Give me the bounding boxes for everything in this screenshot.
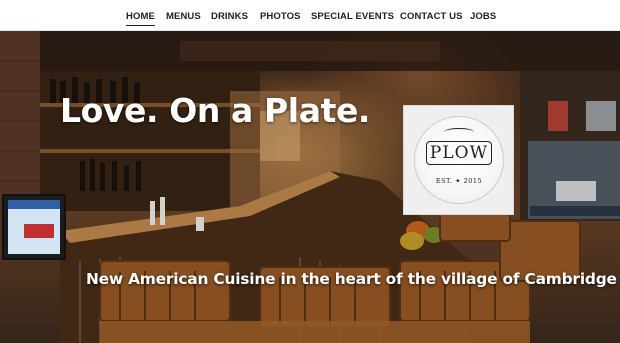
restaurant-bar-photo xyxy=(0,31,620,343)
nav-contact-us[interactable]: CONTACT US xyxy=(400,11,463,22)
nav-drinks[interactable]: DRINKS xyxy=(211,11,248,22)
plow-logo-card: PLOW EST. ✦ 2015 xyxy=(403,105,514,215)
logo-flourish-icon xyxy=(444,128,474,136)
logo-name: PLOW xyxy=(426,141,492,165)
hero-subtitle: New American Cuisine in the heart of the… xyxy=(86,270,617,288)
nav-home[interactable]: HOME xyxy=(126,11,155,26)
nav-photos[interactable]: PHOTOS xyxy=(260,11,301,22)
pos-terminal-screen xyxy=(2,194,66,260)
nav-menus[interactable]: MENUS xyxy=(166,11,201,22)
top-navigation: HOME MENUS DRINKS PHOTOS SPECIAL EVENTS … xyxy=(0,0,620,31)
logo-established: EST. ✦ 2015 xyxy=(435,177,483,185)
nav-jobs[interactable]: JOBS xyxy=(470,11,496,22)
hero-banner: Love. On a Plate. PLOW EST. ✦ 2015 New A… xyxy=(0,31,620,343)
hero-title: Love. On a Plate. xyxy=(60,91,371,130)
nav-special-events[interactable]: SPECIAL EVENTS xyxy=(311,11,394,22)
